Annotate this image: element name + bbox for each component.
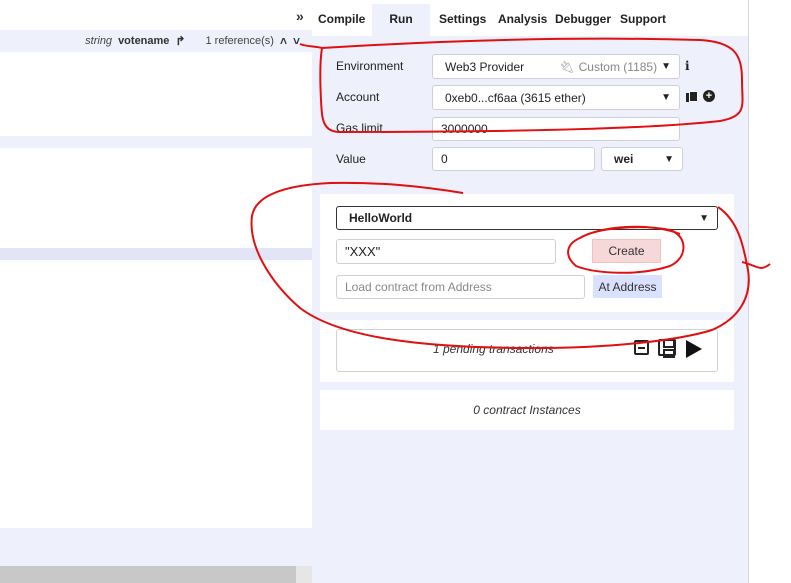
info-icon[interactable]: i (685, 59, 690, 73)
contract-instances: 0 contract Instances (320, 390, 734, 430)
chevron-up-icon[interactable]: ˄ (280, 34, 287, 48)
gas-limit-input[interactable]: 3000000 (432, 117, 680, 141)
account-value: 0xeb0...cf6aa (3615 ether) (445, 90, 586, 105)
play-icon[interactable] (686, 340, 702, 358)
copy-icon[interactable] (686, 91, 698, 103)
environment-label: Environment (336, 59, 404, 73)
load-address-input[interactable]: Load contract from Address (336, 275, 585, 299)
value-label: Value (336, 152, 366, 166)
account-label: Account (336, 90, 380, 104)
at-address-button[interactable]: At Address (593, 275, 662, 298)
chevron-double-right-icon[interactable]: » (296, 8, 304, 24)
gas-limit-value: 3000000 (441, 122, 488, 136)
contract-selected: HelloWorld (349, 211, 413, 225)
environment-select[interactable]: Web3 Provider 🔌︎ Custom (1185) ▼ (432, 54, 680, 79)
gas-limit-label: Gas limit (336, 121, 383, 135)
editor-tab-strip (0, 0, 312, 30)
tab-settings[interactable]: Settings (439, 12, 486, 26)
editor-selected-line (0, 248, 312, 260)
plug-icon: 🔌︎ (559, 59, 575, 74)
load-address-placeholder: Load contract from Address (345, 280, 492, 294)
reference-type: string (85, 35, 113, 47)
code-editor[interactable]: string votename ↱ 1 reference(s) ˄ ˅ (0, 0, 312, 583)
constructor-args: "XXX" (345, 244, 381, 259)
minus-square-icon[interactable] (634, 340, 649, 355)
tab-run[interactable]: Run (372, 4, 430, 36)
chevron-down-icon: ▼ (699, 212, 709, 224)
chevron-down-icon[interactable]: ˅ (293, 34, 300, 48)
value-value: 0 (441, 152, 448, 166)
scrollbar-corner (296, 566, 312, 583)
tab-compile[interactable]: Compile (318, 12, 365, 26)
tab-support[interactable]: Support (620, 12, 666, 26)
plus-circle-icon[interactable]: + (703, 90, 715, 102)
constructor-args-input[interactable]: "XXX" (336, 239, 556, 264)
value-unit: wei (614, 152, 634, 166)
environment-network: Custom (1185) (578, 59, 658, 74)
save-icon[interactable] (658, 339, 676, 358)
contract-select[interactable]: HelloWorld ▼ (336, 206, 718, 230)
value-input[interactable]: 0 (432, 147, 595, 171)
tab-debugger[interactable]: Debugger (555, 12, 611, 26)
horizontal-scrollbar[interactable] (0, 566, 296, 583)
remix-ide: string votename ↱ 1 reference(s) ˄ ˅ » C… (0, 0, 791, 583)
account-select[interactable]: 0xeb0...cf6aa (3615 ether) ▼ (432, 85, 680, 110)
chevron-down-icon: ▼ (661, 61, 671, 72)
share-icon[interactable]: ↱ (175, 34, 185, 48)
value-unit-select[interactable]: wei ▼ (601, 147, 683, 171)
pending-text: 1 pending transactions (433, 342, 554, 356)
reference-count: 1 reference(s) (205, 35, 274, 47)
editor-highlight-band (0, 136, 312, 148)
chevron-down-icon: ▼ (661, 92, 671, 103)
tab-analysis[interactable]: Analysis (498, 12, 547, 26)
panel-edge (748, 0, 749, 583)
reference-bar: string votename ↱ 1 reference(s) ˄ ˅ (0, 30, 312, 52)
terminal-strip (0, 528, 312, 566)
create-button[interactable]: Create (592, 239, 661, 263)
chevron-down-icon: ▼ (664, 153, 674, 165)
reference-name: votename (118, 35, 170, 47)
environment-value: Web3 Provider (445, 59, 525, 74)
